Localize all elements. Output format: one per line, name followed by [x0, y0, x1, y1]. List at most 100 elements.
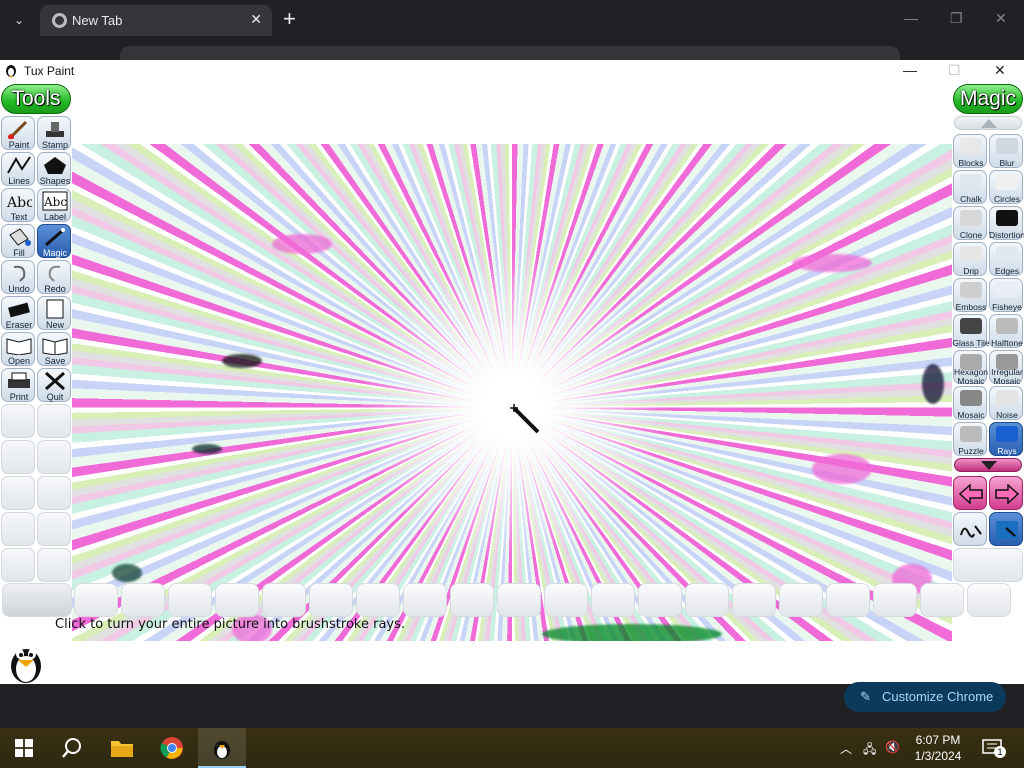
color-swatch[interactable] [779, 583, 823, 617]
tool-undo-button[interactable]: Undo [1, 260, 35, 294]
magic-fisheye-button[interactable]: Fisheye [989, 278, 1023, 312]
magic-chalk-button[interactable]: Chalk [953, 170, 987, 204]
browser-restore-icon[interactable]: ❐ [950, 10, 963, 27]
volume-muted-icon[interactable]: 🔇 [885, 740, 900, 754]
magic-blur-icon [996, 138, 1018, 154]
magic-circles-button[interactable]: Circles [989, 170, 1023, 204]
notifications-button[interactable]: 1 [982, 738, 1006, 758]
drawing-canvas[interactable] [72, 144, 952, 641]
magic-label: Hexagon Mosaic [953, 367, 989, 386]
color-swatch[interactable] [544, 583, 588, 617]
maximize-icon[interactable]: ☐ [948, 62, 961, 79]
magic-hexagon-mosaic-button[interactable]: Hexagon Mosaic [953, 350, 989, 386]
magic-scroll-down-button[interactable] [954, 458, 1022, 472]
stamp-icon [46, 122, 64, 137]
tab-close-icon[interactable]: ✕ [250, 11, 262, 28]
new-tab-button[interactable]: + [283, 6, 296, 32]
empty-tool-slot [37, 548, 71, 582]
tool-shapes-button[interactable]: Shapes [37, 152, 71, 186]
magic-wand-cursor-icon [510, 404, 540, 434]
magic-blocks-button[interactable]: Blocks [953, 134, 987, 168]
color-swatch[interactable] [920, 583, 964, 617]
color-swatch[interactable] [121, 583, 165, 617]
fullscreen-mode-button[interactable] [989, 512, 1023, 546]
previous-button[interactable] [953, 476, 987, 510]
color-swatch[interactable] [74, 583, 118, 617]
color-swatch[interactable] [2, 583, 72, 617]
tool-print-button[interactable]: Print [1, 368, 35, 402]
tool-text-button[interactable]: Abc Text [1, 188, 35, 222]
browser-tab[interactable]: New Tab ✕ [40, 5, 272, 36]
paint-mode-button[interactable] [953, 512, 987, 546]
magic-blur-button[interactable]: Blur [989, 134, 1023, 168]
tool-save-button[interactable]: Save [37, 332, 71, 366]
tool-lines-button[interactable]: Lines [1, 152, 35, 186]
color-swatch[interactable] [685, 583, 729, 617]
start-button[interactable] [0, 728, 48, 768]
magic-rays-button[interactable]: Rays [989, 422, 1023, 456]
tool-magic-button[interactable]: Magic [37, 224, 71, 258]
tool-open-button[interactable]: Open [1, 332, 35, 366]
tux-taskbar-icon [214, 741, 230, 759]
magic-mosaic-button[interactable]: Mosaic [953, 386, 987, 420]
color-swatch[interactable] [403, 583, 447, 617]
next-button[interactable] [989, 476, 1023, 510]
color-swatch[interactable] [450, 583, 494, 617]
tool-fill-button[interactable]: Fill [1, 224, 35, 258]
magic-distortion-button[interactable]: Distortion [989, 206, 1024, 240]
tool-stamp-button[interactable]: Stamp [37, 116, 71, 150]
color-swatch[interactable] [967, 583, 1011, 617]
magic-edges-button[interactable]: Edges [989, 242, 1023, 276]
color-swatch[interactable] [215, 583, 259, 617]
magic-noise-button[interactable]: Noise [989, 386, 1023, 420]
customize-chrome-button[interactable]: ✎ Customize Chrome [844, 682, 1006, 712]
tab-search-chevron-icon[interactable]: ⌄ [8, 9, 30, 31]
tool-label: Open [7, 356, 31, 366]
color-swatch[interactable] [356, 583, 400, 617]
minimize-icon[interactable]: — [903, 62, 917, 78]
browser-minimize-icon[interactable]: — [904, 10, 918, 26]
clock-date: 1/3/2024 [914, 749, 962, 763]
magic-label: Puzzle [958, 446, 984, 456]
tool-paint-button[interactable]: Paint [1, 116, 35, 150]
color-swatch[interactable] [638, 583, 682, 617]
magic-emboss-button[interactable]: Emboss [953, 278, 987, 312]
close-icon[interactable]: ✕ [994, 62, 1006, 79]
magic-glass-tile-button[interactable]: Glass Tile [952, 314, 990, 348]
magic-puzzle-button[interactable]: Puzzle [953, 422, 987, 456]
magic-halftone-button[interactable]: Halftone [989, 314, 1023, 348]
svg-text:Abc: Abc [6, 195, 32, 211]
lines-icon [7, 156, 31, 174]
network-icon[interactable]: 🖧 [863, 740, 876, 761]
browser-close-icon[interactable]: ✕ [995, 10, 1007, 27]
tool-redo-button[interactable]: Redo [37, 260, 71, 294]
magic-scroll-up-button[interactable] [954, 116, 1022, 130]
color-swatch[interactable] [591, 583, 635, 617]
file-explorer-button[interactable] [98, 728, 146, 768]
tool-label-button[interactable]: Abc Label [37, 188, 71, 222]
tux-paint-taskbar-button[interactable] [198, 728, 246, 768]
magic-clone-button[interactable]: Clone [953, 206, 987, 240]
empty-tool-slot [1, 440, 35, 474]
tool-quit-button[interactable]: Quit [37, 368, 71, 402]
color-swatch[interactable] [873, 583, 917, 617]
color-swatch[interactable] [732, 583, 776, 617]
magic-label: Irregular Mosaic [991, 367, 1023, 386]
magic-label: Circles [994, 194, 1020, 204]
magic-irregular-mosaic-button[interactable]: Irregular Mosaic [989, 350, 1023, 386]
color-swatch[interactable] [262, 583, 306, 617]
tool-new-button[interactable]: New [37, 296, 71, 330]
color-swatch[interactable] [168, 583, 212, 617]
right-arrow-icon [995, 484, 1020, 504]
magic-drip-button[interactable]: Drip [953, 242, 987, 276]
open-book-icon [6, 338, 32, 355]
search-button[interactable] [48, 728, 96, 768]
color-swatch[interactable] [309, 583, 353, 617]
taskbar-clock[interactable]: 6:07 PM 1/3/2024 [900, 732, 976, 764]
color-swatch[interactable] [826, 583, 870, 617]
chrome-taskbar-button[interactable] [148, 728, 196, 768]
color-swatch[interactable] [497, 583, 541, 617]
address-bar[interactable] [120, 46, 900, 60]
tool-eraser-button[interactable]: Eraser [1, 296, 35, 330]
tray-overflow-icon[interactable]: ︿ [840, 740, 852, 757]
